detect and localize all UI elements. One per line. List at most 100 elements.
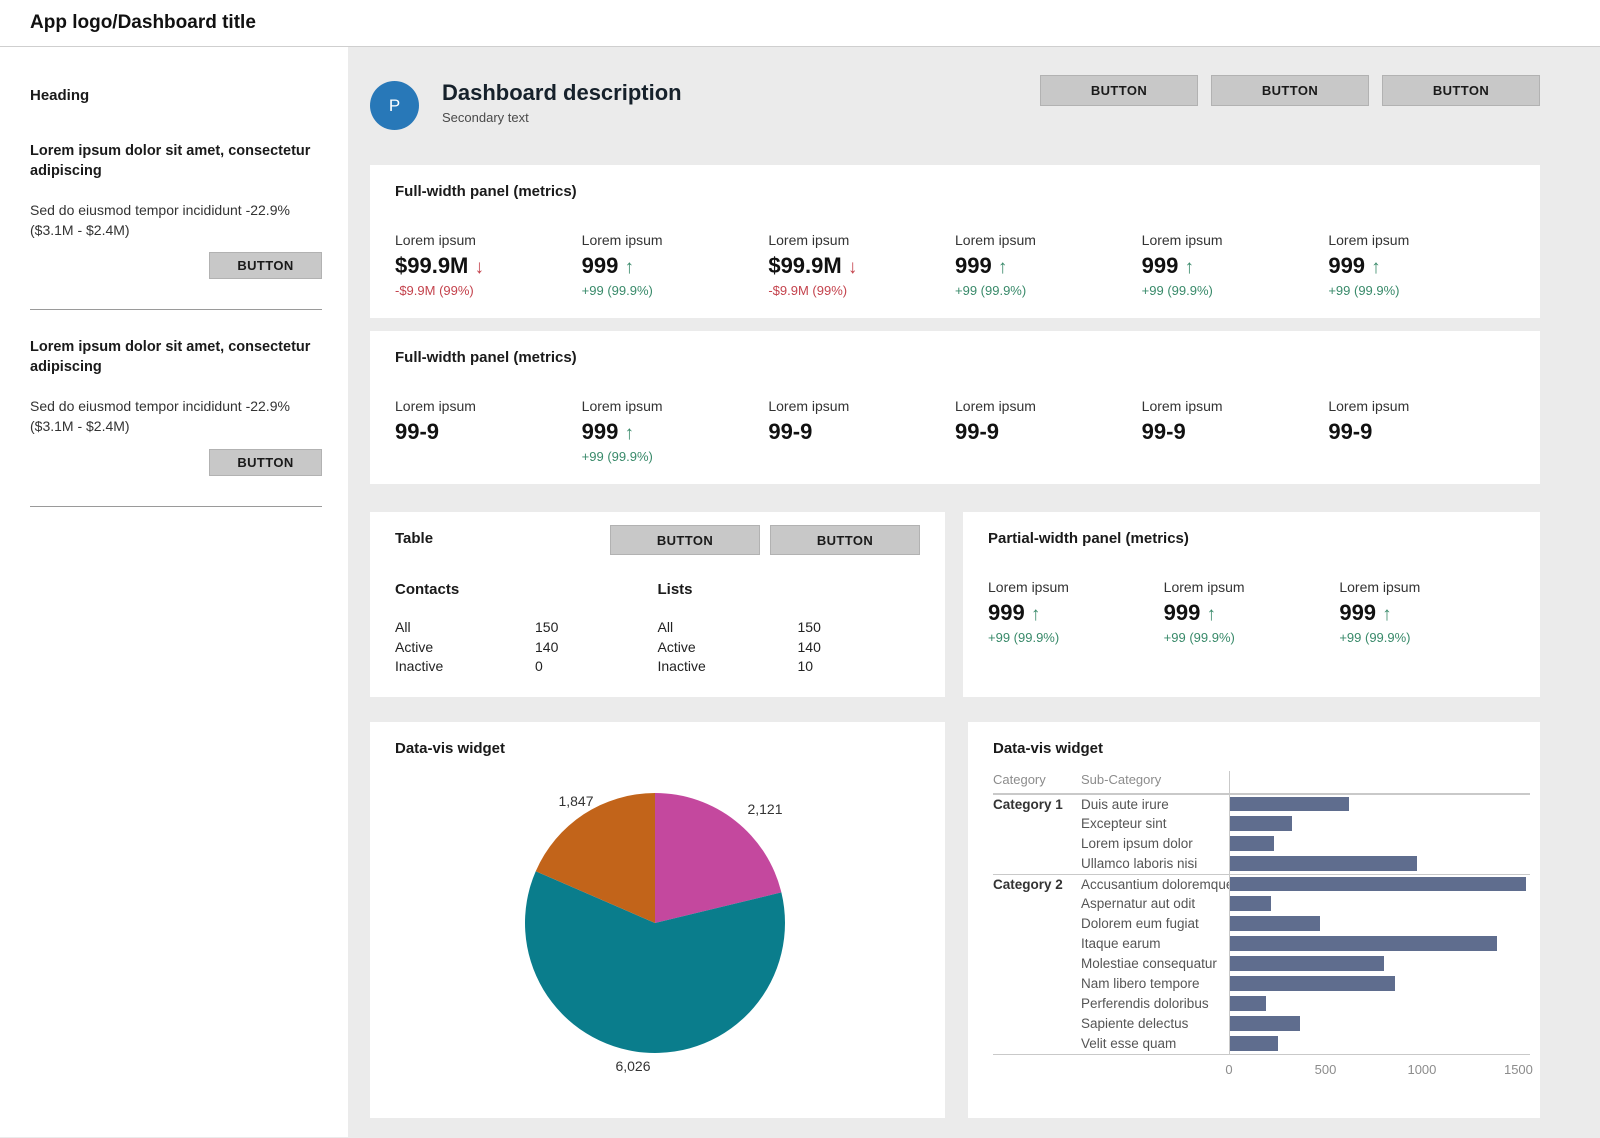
- bar: [1230, 1016, 1300, 1031]
- bar-track: [1229, 875, 1530, 894]
- metric: Lorem ipsum $99.9M ↓ -$9.9M (99%): [768, 232, 955, 298]
- panel-title: Partial-width panel (metrics): [988, 530, 1515, 547]
- metric-delta: +99 (99.9%): [582, 449, 769, 464]
- sidebar-section-2: Lorem ipsum dolor sit amet, consectetur …: [30, 338, 322, 475]
- metrics-row: Lorem ipsum999 ↑+99 (99.9%)Lorem ipsum99…: [988, 579, 1515, 645]
- bar: [1230, 877, 1526, 891]
- bar-subcategory-label: Aspernatur aut odit: [1081, 896, 1229, 911]
- bar: [1230, 856, 1417, 871]
- metric-label: Lorem ipsum: [582, 398, 769, 414]
- row-value: 150: [798, 618, 821, 638]
- sidebar-section-title: Lorem ipsum dolor sit amet, consectetur …: [30, 338, 322, 377]
- sidebar-divider: [30, 506, 322, 507]
- metric-value: 99-9: [1328, 419, 1515, 445]
- table-button-1[interactable]: BUTTON: [610, 525, 760, 555]
- bar-subcategory-label: Velit esse quam: [1081, 1036, 1229, 1051]
- bar-subcategory-label: Accusantium doloremque: [1081, 877, 1229, 892]
- bar: [1230, 996, 1266, 1011]
- header-button-1[interactable]: BUTTON: [1040, 75, 1198, 106]
- avatar: P: [370, 81, 419, 130]
- trend-up-icon: ↑: [1031, 604, 1041, 625]
- x-axis-tick-label: 1500: [1504, 1062, 1533, 1077]
- metric-label: Lorem ipsum: [395, 398, 582, 414]
- table-row: Active140: [658, 638, 921, 658]
- metric: Lorem ipsum999 ↑+99 (99.9%): [955, 232, 1142, 298]
- bar-row: Velit esse quam: [993, 1034, 1530, 1054]
- metric-value: 999 ↑: [1164, 600, 1340, 626]
- table-row: Inactive0: [395, 657, 658, 677]
- bar-chart-axis: 050010001500: [993, 1055, 1530, 1079]
- bar: [1230, 956, 1384, 971]
- metric-label: Lorem ipsum: [1142, 232, 1329, 248]
- metric: Lorem ipsum999 ↑+99 (99.9%): [1328, 232, 1515, 298]
- trend-down-icon: ↓: [848, 257, 858, 278]
- bar: [1230, 816, 1292, 831]
- sidebar-section-1: Lorem ipsum dolor sit amet, consectetur …: [30, 142, 322, 279]
- metric-value: $99.9M ↓: [395, 253, 582, 279]
- table-row: All150: [395, 618, 658, 638]
- metric-delta: +99 (99.9%): [1339, 630, 1515, 645]
- bar-row: Category 1Duis aute irure: [993, 794, 1530, 814]
- bar-row: Itaque earum: [993, 934, 1530, 954]
- bar-row: Ullamco laboris nisi: [993, 854, 1530, 874]
- trend-up-icon: ↑: [1382, 604, 1392, 625]
- bar-chart-ticks: 050010001500: [1229, 1055, 1530, 1079]
- header-button-3[interactable]: BUTTON: [1382, 75, 1540, 106]
- bar-track: [1229, 974, 1530, 994]
- dashboard-header: P Dashboard description Secondary text B…: [370, 75, 1540, 130]
- bar-subcategory-label: Perferendis doloribus: [1081, 996, 1229, 1011]
- bar-track: [1229, 994, 1530, 1014]
- bar-subcategory-label: Itaque earum: [1081, 936, 1229, 951]
- metric-value: 999 ↑: [582, 253, 769, 279]
- page-subtitle: Secondary text: [442, 110, 682, 125]
- bar-row: Molestiae consequatur: [993, 954, 1530, 974]
- bar-category-label: Category 1: [993, 797, 1081, 812]
- metric-value: 99-9: [955, 419, 1142, 445]
- metric-label: Lorem ipsum: [988, 579, 1164, 595]
- metric-delta: -$9.9M (99%): [395, 283, 582, 298]
- pie-slice-label: 6,026: [615, 1058, 650, 1074]
- metric: Lorem ipsum999 ↑+99 (99.9%): [1142, 232, 1329, 298]
- table-button-2[interactable]: BUTTON: [770, 525, 920, 555]
- bar: [1230, 896, 1271, 911]
- bar-track: [1229, 894, 1530, 914]
- table-panel: Table BUTTON BUTTON ContactsAll150Active…: [370, 512, 945, 697]
- metric-value: 99-9: [395, 419, 582, 445]
- bar-track: [1229, 1014, 1530, 1034]
- bar: [1230, 936, 1497, 951]
- sidebar-button-2[interactable]: BUTTON: [209, 449, 322, 476]
- main-content: P Dashboard description Secondary text B…: [348, 47, 1600, 1137]
- bar: [1230, 976, 1395, 991]
- bar: [1230, 1036, 1278, 1051]
- row-value: 140: [535, 638, 558, 658]
- metric: Lorem ipsum999 ↑+99 (99.9%): [582, 232, 769, 298]
- metric: Lorem ipsum99-9: [1328, 398, 1515, 464]
- metric-value: 999 ↑: [1339, 600, 1515, 626]
- metric-label: Lorem ipsum: [768, 232, 955, 248]
- x-axis-tick-label: 500: [1315, 1062, 1337, 1077]
- bar-track: [1229, 814, 1530, 834]
- metrics-row: Lorem ipsum99-9Lorem ipsum999 ↑+99 (99.9…: [395, 398, 1515, 464]
- metric-value: 999 ↑: [988, 600, 1164, 626]
- trend-up-icon: ↑: [1371, 257, 1381, 278]
- metric-value: 99-9: [768, 419, 955, 445]
- header-button-2[interactable]: BUTTON: [1211, 75, 1369, 106]
- x-axis-tick-label: 1000: [1407, 1062, 1436, 1077]
- metric-value: 99-9: [1142, 419, 1329, 445]
- page-title: Dashboard description: [442, 81, 682, 105]
- row-label: Active: [395, 638, 535, 658]
- metric-value: $99.9M ↓: [768, 253, 955, 279]
- metric: Lorem ipsum999 ↑+99 (99.9%): [582, 398, 769, 464]
- axis-line: [1229, 771, 1530, 793]
- metric-delta: +99 (99.9%): [988, 630, 1164, 645]
- sidebar-button-1[interactable]: BUTTON: [209, 252, 322, 279]
- bar-subcategory-label: Molestiae consequatur: [1081, 956, 1229, 971]
- bar: [1230, 836, 1274, 851]
- metric: Lorem ipsum 99-9: [395, 398, 582, 464]
- bar-subcategory-label: Excepteur sint: [1081, 816, 1229, 831]
- metrics-panel-2: Full-width panel (metrics) Lorem ipsum99…: [370, 331, 1540, 484]
- metric-label: Lorem ipsum: [1328, 232, 1515, 248]
- metric-delta: -$9.9M (99%): [768, 283, 955, 298]
- bar-subcategory-label: Lorem ipsum dolor: [1081, 836, 1229, 851]
- metric-label: Lorem ipsum: [955, 398, 1142, 414]
